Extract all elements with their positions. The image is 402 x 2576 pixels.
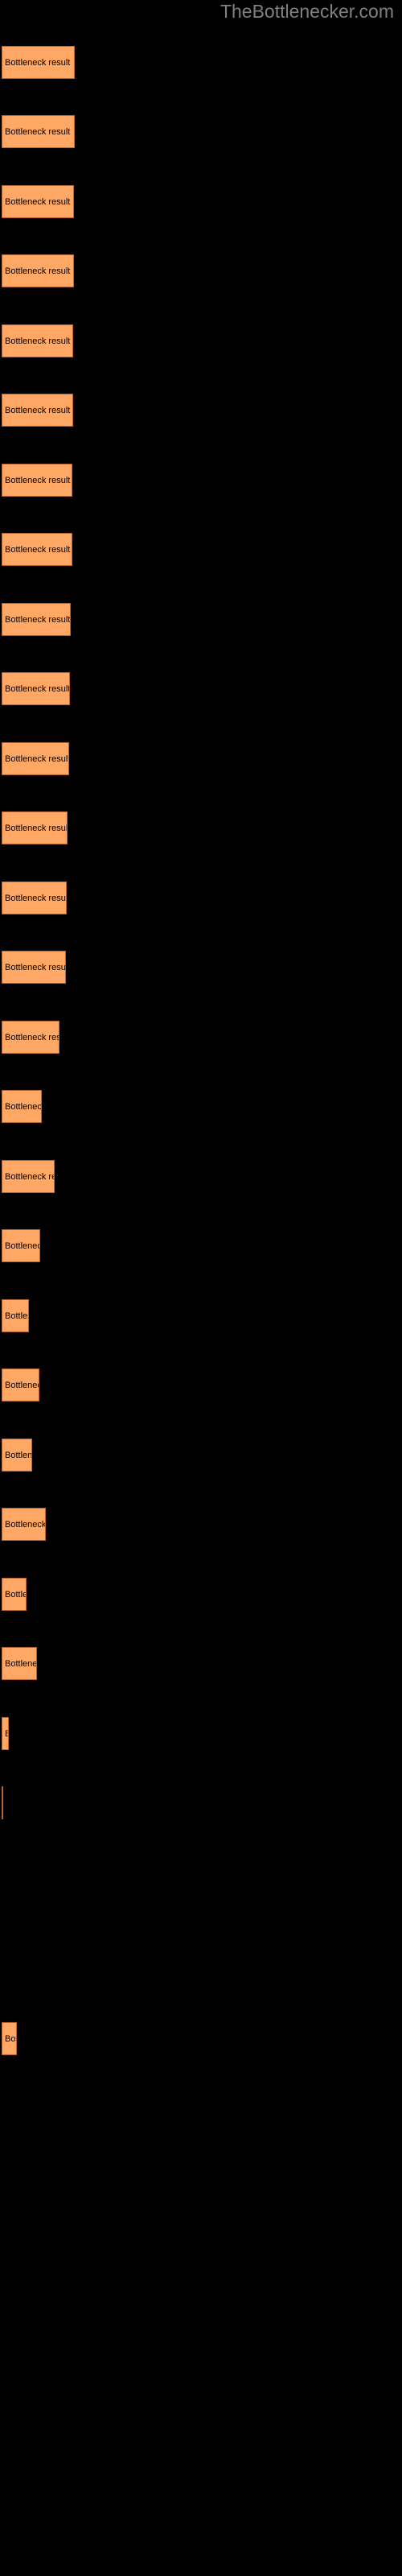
bar[interactable]: Bottleneck result	[2, 394, 73, 427]
bar-label: Bottleneck result	[5, 126, 71, 137]
bar[interactable]: Bottleneck result	[2, 46, 75, 79]
bar-label: Bottleneck result	[5, 962, 66, 972]
bar[interactable]: Bottleneck result	[2, 1090, 42, 1123]
bar-label: Bottleneck result	[5, 1658, 37, 1669]
bar-label: Bottleneck result	[5, 683, 70, 694]
bar-label: Bottleneck result	[5, 1729, 8, 1739]
bar[interactable]: Bottleneck result	[2, 811, 68, 844]
bar[interactable]: Bottleneck result	[2, 254, 74, 287]
bar[interactable]: Bottleneck result	[2, 603, 71, 636]
bar-label: Bottleneck result	[5, 1101, 42, 1112]
bar-label: Bottleneck result	[5, 1450, 32, 1460]
bar-label: Bottleneck result	[5, 1519, 46, 1530]
bar[interactable]: Bottleneck result	[2, 1647, 37, 1680]
bar-label: Bottleneck result	[5, 544, 71, 555]
bar[interactable]: Bottleneck result	[2, 1368, 39, 1402]
bar-label: Bottleneck result	[5, 1241, 39, 1251]
bar-label: Bottleneck result	[5, 405, 71, 415]
bar[interactable]: Bottleneck result	[2, 1717, 9, 1750]
bar-label: Bottleneck result	[5, 1311, 28, 1321]
bar[interactable]: Bottleneck result	[2, 1786, 3, 1819]
bar-label: Bottleneck result	[5, 57, 71, 68]
bar[interactable]: Bottleneck result	[2, 951, 66, 984]
bar-label: Bottleneck result	[5, 1032, 59, 1042]
bar[interactable]: Bottleneck result	[2, 185, 74, 218]
bar[interactable]: Bottleneck result	[2, 881, 67, 914]
bar-label: Bottleneck result	[5, 196, 71, 207]
bar[interactable]: Bottleneck result	[2, 672, 70, 705]
bar[interactable]: Bottleneck result	[2, 1578, 27, 1611]
bar-label: Bottleneck result	[5, 823, 68, 833]
bar-label: Bottleneck result	[5, 336, 71, 346]
bar[interactable]: Bottleneck result	[2, 1229, 40, 1262]
bar-label: Bottleneck result	[5, 614, 71, 625]
bar-label: Bottleneck result	[5, 753, 69, 764]
bar[interactable]: Bottleneck result	[2, 1160, 55, 1193]
bar-label: Bottleneck result	[5, 475, 71, 485]
bar-label: Bottleneck result	[5, 1589, 26, 1600]
bar[interactable]: Bottleneck result	[2, 464, 72, 497]
bar[interactable]: Bottleneck result	[2, 1508, 46, 1541]
bar[interactable]: Bottleneck result	[2, 1299, 29, 1332]
bar[interactable]: Bottleneck result	[2, 115, 75, 148]
bar[interactable]: Bottleneck result	[2, 2022, 17, 2055]
bar[interactable]: Bottleneck result	[2, 742, 69, 775]
bar-label: Bottleneck result	[5, 1380, 39, 1390]
bar-label: Bottleneck result	[5, 266, 71, 276]
bar[interactable]: Bottleneck result	[2, 1439, 32, 1472]
bar-label: Bottleneck result	[5, 1171, 54, 1182]
bar-label: Bottleneck result	[5, 2033, 16, 2044]
bar[interactable]: Bottleneck result	[2, 324, 73, 357]
bar-series: Bottleneck result Bottleneck result Bottle…	[0, 0, 402, 2576]
bar-label: Bottleneck result	[5, 893, 67, 903]
bottleneck-bar-chart: TheBottlenecker.com Bottleneck result Bot…	[0, 0, 402, 2576]
bar[interactable]: Bottleneck result	[2, 533, 72, 566]
bar[interactable]: Bottleneck result	[2, 1021, 59, 1054]
